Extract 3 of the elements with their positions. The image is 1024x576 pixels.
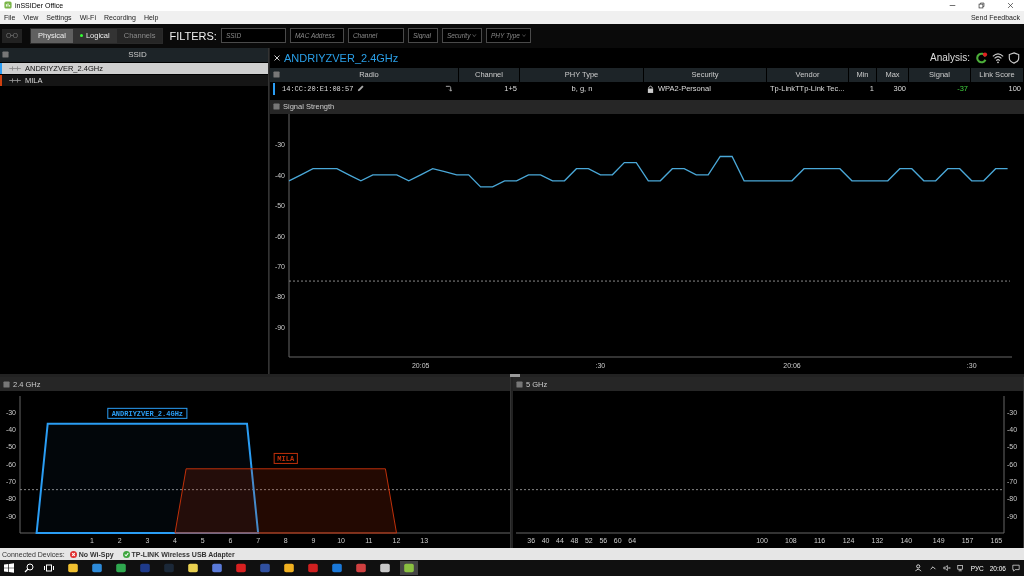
filters-label: FILTERS: <box>169 29 217 42</box>
network-title: ANDRIYZVER_2.4GHz <box>284 51 399 64</box>
analysis-label: Analysis: <box>930 52 970 64</box>
